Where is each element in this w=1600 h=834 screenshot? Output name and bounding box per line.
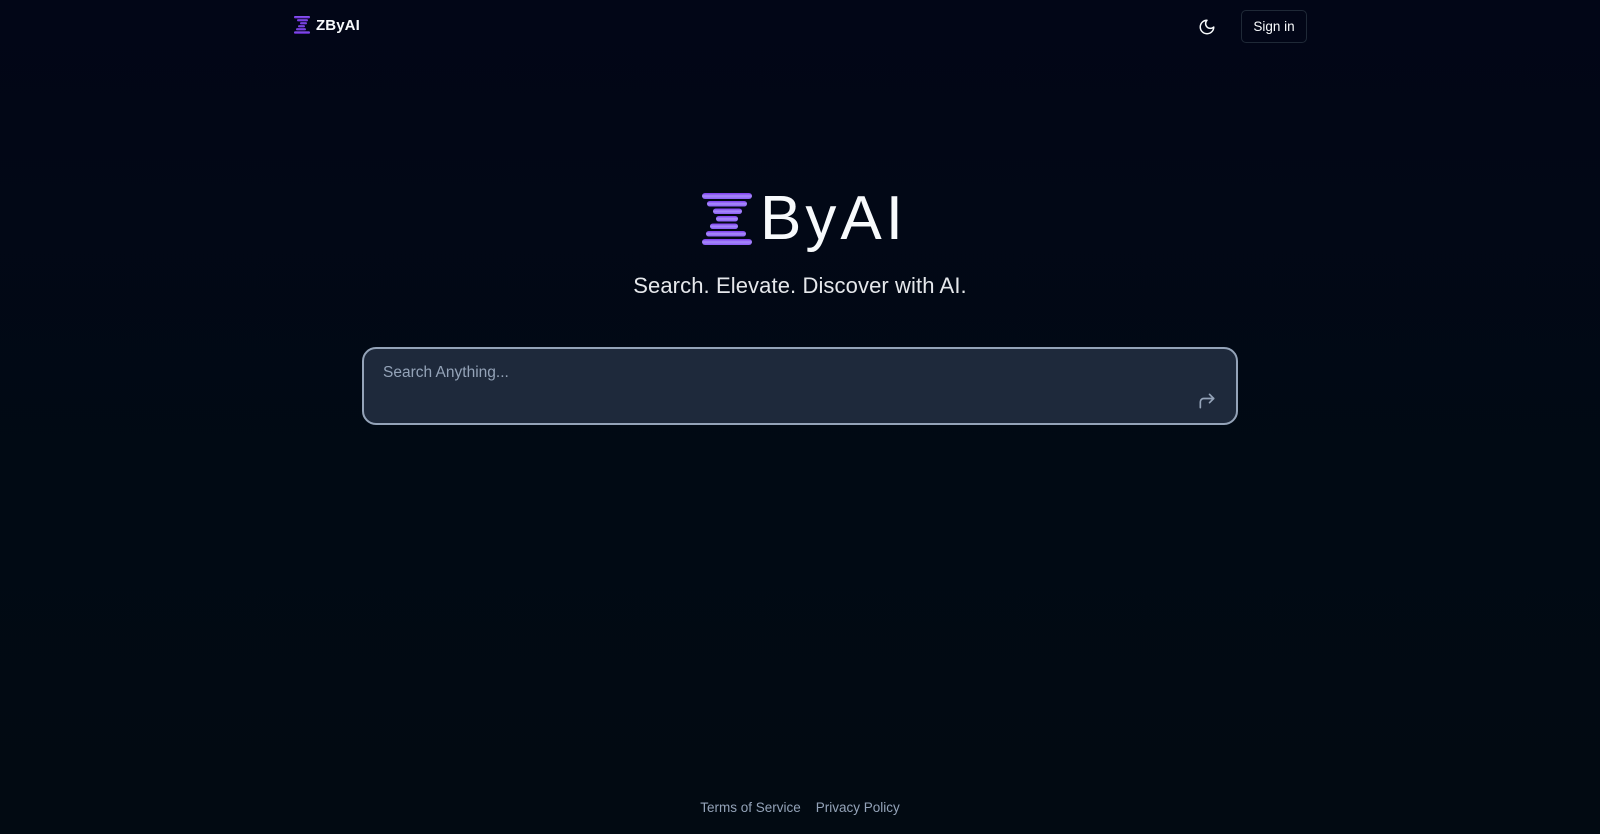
terms-of-service-link[interactable]: Terms of Service <box>700 800 801 815</box>
forward-arrow-icon <box>1199 393 1215 409</box>
page: ZByAI Sign in ByAI Search. Elevate. Disc… <box>0 0 1600 834</box>
hero-logo: ByAI <box>702 188 907 250</box>
sign-in-button[interactable]: Sign in <box>1241 10 1307 43</box>
footer: Terms of Service Privacy Policy <box>0 800 1600 815</box>
hero-logo-text: ByAI <box>760 184 907 253</box>
zbyai-z-mark-icon <box>702 193 752 245</box>
brand-name: ZByAI <box>316 16 360 34</box>
search-box <box>362 347 1238 425</box>
theme-toggle-button[interactable] <box>1193 13 1221 41</box>
moon-icon <box>1199 19 1215 35</box>
brand-link[interactable]: ZByAI <box>294 16 360 34</box>
search-input[interactable] <box>383 361 1183 385</box>
privacy-policy-link[interactable]: Privacy Policy <box>816 800 900 815</box>
tagline: Search. Elevate. Discover with AI. <box>633 273 967 298</box>
search-submit-button[interactable] <box>1194 388 1220 414</box>
top-nav: ZByAI Sign in <box>0 0 1600 54</box>
zbyai-logo-icon <box>294 16 310 34</box>
